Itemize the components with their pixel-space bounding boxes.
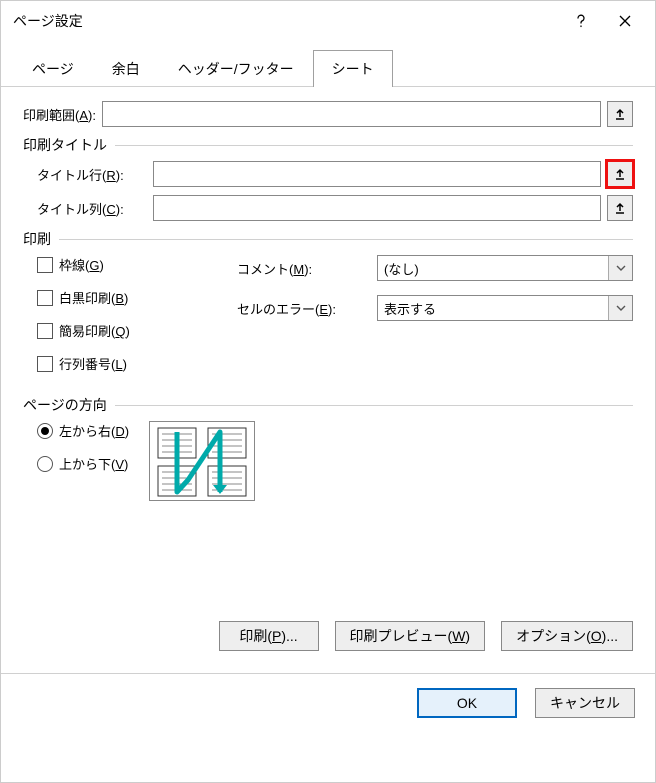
title-rows-ref-button[interactable] xyxy=(607,161,633,187)
rowcol-headings-checkbox[interactable] xyxy=(37,356,53,372)
print-section: 印刷 xyxy=(23,229,633,249)
title-rows-label: タイトル行(R): xyxy=(37,165,147,184)
tab-sheet[interactable]: シート xyxy=(313,50,393,87)
print-titles-section: 印刷タイトル xyxy=(23,135,633,155)
collapse-dialog-icon xyxy=(613,167,627,181)
gridlines-checkbox[interactable] xyxy=(37,257,53,273)
title-cols-label: タイトル列(C): xyxy=(37,199,147,218)
draft-label: 簡易印刷(Q) xyxy=(59,321,130,340)
page-order-icon xyxy=(150,422,256,502)
close-icon xyxy=(618,14,632,28)
ttb-label: 上から下(V) xyxy=(59,454,128,473)
cancel-button[interactable]: キャンセル xyxy=(535,688,635,718)
title-bar: ページ設定 xyxy=(1,1,655,41)
tab-margins[interactable]: 余白 xyxy=(93,50,159,87)
tab-strip: ページ 余白 ヘッダー/フッター シート xyxy=(1,41,655,87)
options-button[interactable]: オプション(O)... xyxy=(501,621,633,651)
ltr-radio[interactable] xyxy=(37,423,53,439)
help-icon xyxy=(574,14,588,28)
print-area-input[interactable] xyxy=(102,101,601,127)
cell-errors-combo[interactable]: 表示する xyxy=(377,295,633,321)
cell-errors-value: 表示する xyxy=(378,299,608,318)
tab-content: 印刷範囲(A): 印刷タイトル タイトル行(R): xyxy=(1,87,655,673)
help-button[interactable] xyxy=(559,1,603,41)
title-cols-input[interactable] xyxy=(153,195,601,221)
close-button[interactable] xyxy=(603,1,647,41)
print-button[interactable]: 印刷(P)... xyxy=(219,621,319,651)
collapse-dialog-icon xyxy=(613,107,627,121)
comments-label: コメント(M): xyxy=(237,259,367,278)
tab-page[interactable]: ページ xyxy=(13,50,93,87)
collapse-dialog-icon xyxy=(613,201,627,215)
title-rows-input[interactable] xyxy=(153,161,601,187)
print-area-ref-button[interactable] xyxy=(607,101,633,127)
page-order-preview xyxy=(149,421,255,501)
ok-button[interactable]: OK xyxy=(417,688,517,718)
dialog-footer: OK キャンセル xyxy=(1,673,655,732)
rowcol-headings-label: 行列番号(L) xyxy=(59,354,127,373)
chevron-down-icon xyxy=(608,296,632,320)
comments-combo[interactable]: (なし) xyxy=(377,255,633,281)
title-cols-ref-button[interactable] xyxy=(607,195,633,221)
print-preview-button[interactable]: 印刷プレビュー(W) xyxy=(335,621,486,651)
print-area-label: 印刷範囲(A): xyxy=(23,105,96,124)
page-order-section: ページの方向 xyxy=(23,395,633,415)
ltr-label: 左から右(D) xyxy=(59,421,129,440)
gridlines-label: 枠線(G) xyxy=(59,255,104,274)
black-white-label: 白黒印刷(B) xyxy=(59,288,128,307)
draft-checkbox[interactable] xyxy=(37,323,53,339)
chevron-down-icon xyxy=(608,256,632,280)
ttb-radio[interactable] xyxy=(37,456,53,472)
tab-header-footer[interactable]: ヘッダー/フッター xyxy=(159,50,313,87)
comments-value: (なし) xyxy=(378,259,608,278)
cell-errors-label: セルのエラー(E): xyxy=(237,299,367,318)
black-white-checkbox[interactable] xyxy=(37,290,53,306)
window-title: ページ設定 xyxy=(13,11,559,31)
